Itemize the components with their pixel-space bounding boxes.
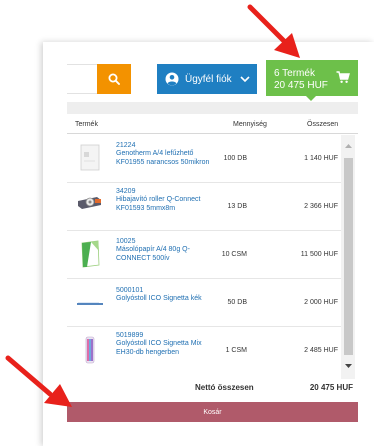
scroll-down-arrow-icon[interactable]: [344, 362, 353, 370]
user-circle-icon: [165, 72, 179, 86]
item-total: 2 366 HUF: [304, 203, 338, 210]
search-input[interactable]: [67, 64, 97, 94]
cart-checkout-button[interactable]: Kosár: [67, 402, 358, 422]
product-thumbnail-ballpoint-pen: [77, 302, 103, 305]
cart-item-list: 21224 Genotherm A/4 lefűzhető KF01955 na…: [67, 135, 341, 379]
item-total: 11 500 HUF: [300, 251, 338, 258]
account-dropdown-button[interactable]: Ügyfél fiók: [157, 64, 257, 94]
item-code[interactable]: 5000101: [116, 287, 143, 294]
item-total: 1 140 HUF: [304, 155, 338, 162]
cart-dropdown-pointer: [305, 95, 317, 101]
product-thumbnail-sheet-protector: [80, 144, 100, 171]
item-code[interactable]: 5019899: [116, 332, 143, 339]
column-product: Termék: [75, 121, 98, 128]
item-quantity: 13 DB: [227, 203, 247, 210]
item-quantity: 1 CSM: [225, 347, 247, 354]
column-quantity: Mennyiség: [233, 121, 267, 128]
dropdown-top-bar: [67, 102, 358, 114]
cart-icon: [336, 71, 350, 83]
cart-dropdown: Termék Mennyiség Összesen 21224 Genother…: [67, 102, 358, 422]
search-button[interactable]: [97, 64, 131, 94]
column-total: Összesen: [307, 121, 339, 128]
annotation-arrow-icon: [5, 355, 72, 407]
product-thumbnail-correction-roller: [78, 197, 101, 209]
cart-item-row[interactable]: 10025 Másolópapír A/4 80g Q-CONNECT 500í…: [67, 231, 341, 279]
chevron-down-icon: [240, 75, 250, 82]
table-header: Termék Mennyiség Összesen: [67, 114, 358, 134]
item-code[interactable]: 34209: [116, 188, 135, 195]
cart-item-row[interactable]: 5000101 Golyóstoll ICO Signetta kék 50 D…: [67, 279, 341, 327]
scroll-up-arrow-icon[interactable]: [344, 142, 353, 150]
product-thumbnail-pen-cup: [85, 336, 95, 364]
annotation-arrow-icon: [247, 4, 300, 58]
scrollbar-thumb[interactable]: [344, 158, 353, 355]
cart-total: 20 475 HUF: [274, 80, 328, 91]
net-total-label: Nettó összesen: [195, 383, 254, 392]
item-quantity: 10 CSM: [221, 251, 247, 258]
cart-item-row[interactable]: 5019899 Golyóstoll ICO Signetta Mix EH30…: [67, 327, 341, 375]
cart-item-row[interactable]: 34209 Hibajavító roller Q-Connect KF0159…: [67, 183, 341, 231]
item-code[interactable]: 10025: [116, 238, 135, 245]
item-quantity: 50 DB: [227, 299, 247, 306]
item-total: 2 485 HUF: [304, 347, 338, 354]
search-icon: [108, 73, 120, 85]
account-label: Ügyfél fiók: [185, 73, 232, 85]
cart-item-row[interactable]: 21224 Genotherm A/4 lefűzhető KF01955 na…: [67, 135, 341, 183]
cart-count: 6 Termék: [274, 68, 315, 79]
cart-button[interactable]: 6 Termék 20 475 HUF: [266, 60, 358, 96]
product-thumbnail-copy-paper: [81, 240, 100, 268]
item-code[interactable]: 21224: [116, 142, 135, 149]
checkout-label: Kosár: [203, 408, 222, 416]
net-total-value: 20 475 HUF: [309, 383, 353, 392]
item-quantity: 100 DB: [223, 155, 247, 162]
item-total: 2 000 HUF: [304, 299, 338, 306]
